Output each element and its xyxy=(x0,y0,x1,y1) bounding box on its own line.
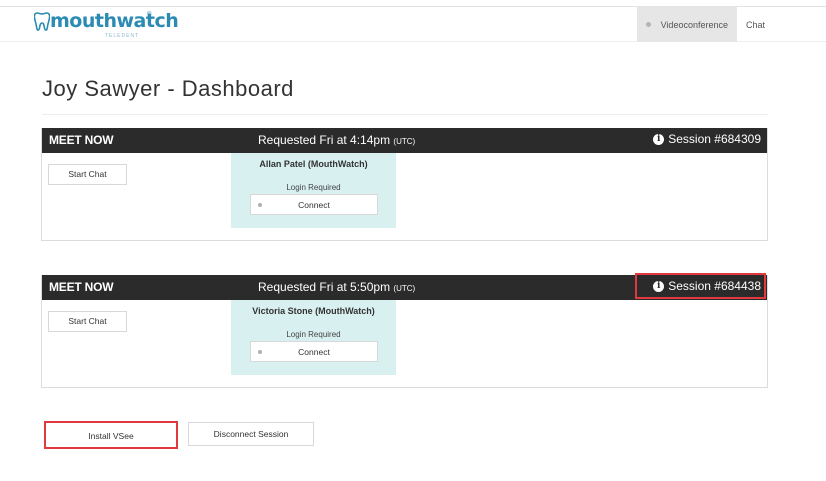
connect-label: Connect xyxy=(298,346,330,357)
connect-label: Connect xyxy=(298,199,330,210)
provider-panel: Allan Patel (MouthWatch) Login Required … xyxy=(231,153,396,228)
info-icon: i xyxy=(653,133,665,145)
top-navbar: mouthwatch ® TELEDENT Videoconference Ch… xyxy=(0,6,826,42)
logo-subtitle: TELEDENT xyxy=(105,33,140,39)
session-type: MEET NOW xyxy=(49,280,114,294)
start-chat-button[interactable]: Start Chat xyxy=(48,164,127,185)
provider-panel: Victoria Stone (MouthWatch) Login Requir… xyxy=(231,300,396,375)
timezone-label: (UTC) xyxy=(393,284,416,293)
session-card: MEET NOW Requested Fri at 4:14pm (UTC) i… xyxy=(41,128,768,241)
requested-text: Requested Fri at 4:14pm xyxy=(258,133,391,147)
session-type: MEET NOW xyxy=(49,133,114,147)
logo-wordmark: mouthwatch xyxy=(50,10,179,32)
disconnect-session-button[interactable]: Disconnect Session xyxy=(188,422,314,446)
session-body: Start Chat Allan Patel (MouthWatch) Logi… xyxy=(42,153,767,240)
requested-text: Requested Fri at 5:50pm xyxy=(258,280,391,294)
provider-name: Victoria Stone (MouthWatch) xyxy=(252,306,375,316)
session-number-label: Session #684309 xyxy=(668,132,761,146)
start-chat-button[interactable]: Start Chat xyxy=(48,311,127,332)
connect-button[interactable]: Connect xyxy=(250,341,378,362)
login-required-label: Login Required xyxy=(286,183,341,192)
timezone-label: (UTC) xyxy=(393,137,416,146)
title-divider xyxy=(42,114,768,115)
status-dot-icon xyxy=(645,22,651,27)
page-title: Joy Sawyer - Dashboard xyxy=(42,76,294,101)
logo-registered-mark: ® xyxy=(147,12,152,18)
provider-name: Allan Patel (MouthWatch) xyxy=(259,159,368,169)
session-number: i Session #684309 xyxy=(653,132,761,146)
install-vsee-button[interactable]: Install VSee xyxy=(44,421,178,449)
nav-item-label: Videoconference xyxy=(660,19,728,30)
tooth-icon xyxy=(34,12,50,31)
nav-item-videoconference[interactable]: Videoconference xyxy=(636,7,737,42)
session-header: MEET NOW Requested Fri at 4:14pm (UTC) i… xyxy=(42,128,767,153)
session-body: Start Chat Victoria Stone (MouthWatch) L… xyxy=(42,300,767,387)
session-number-highlight xyxy=(635,273,766,299)
nav-item-label: Chat xyxy=(745,19,765,30)
nav-item-chat[interactable]: Chat xyxy=(737,7,774,42)
login-required-label: Login Required xyxy=(286,330,341,339)
main-nav: Videoconference Chat xyxy=(636,7,774,42)
session-requested-time: Requested Fri at 4:14pm (UTC) xyxy=(258,133,415,147)
connect-button[interactable]: Connect xyxy=(250,194,378,215)
session-requested-time: Requested Fri at 5:50pm (UTC) xyxy=(258,280,415,294)
